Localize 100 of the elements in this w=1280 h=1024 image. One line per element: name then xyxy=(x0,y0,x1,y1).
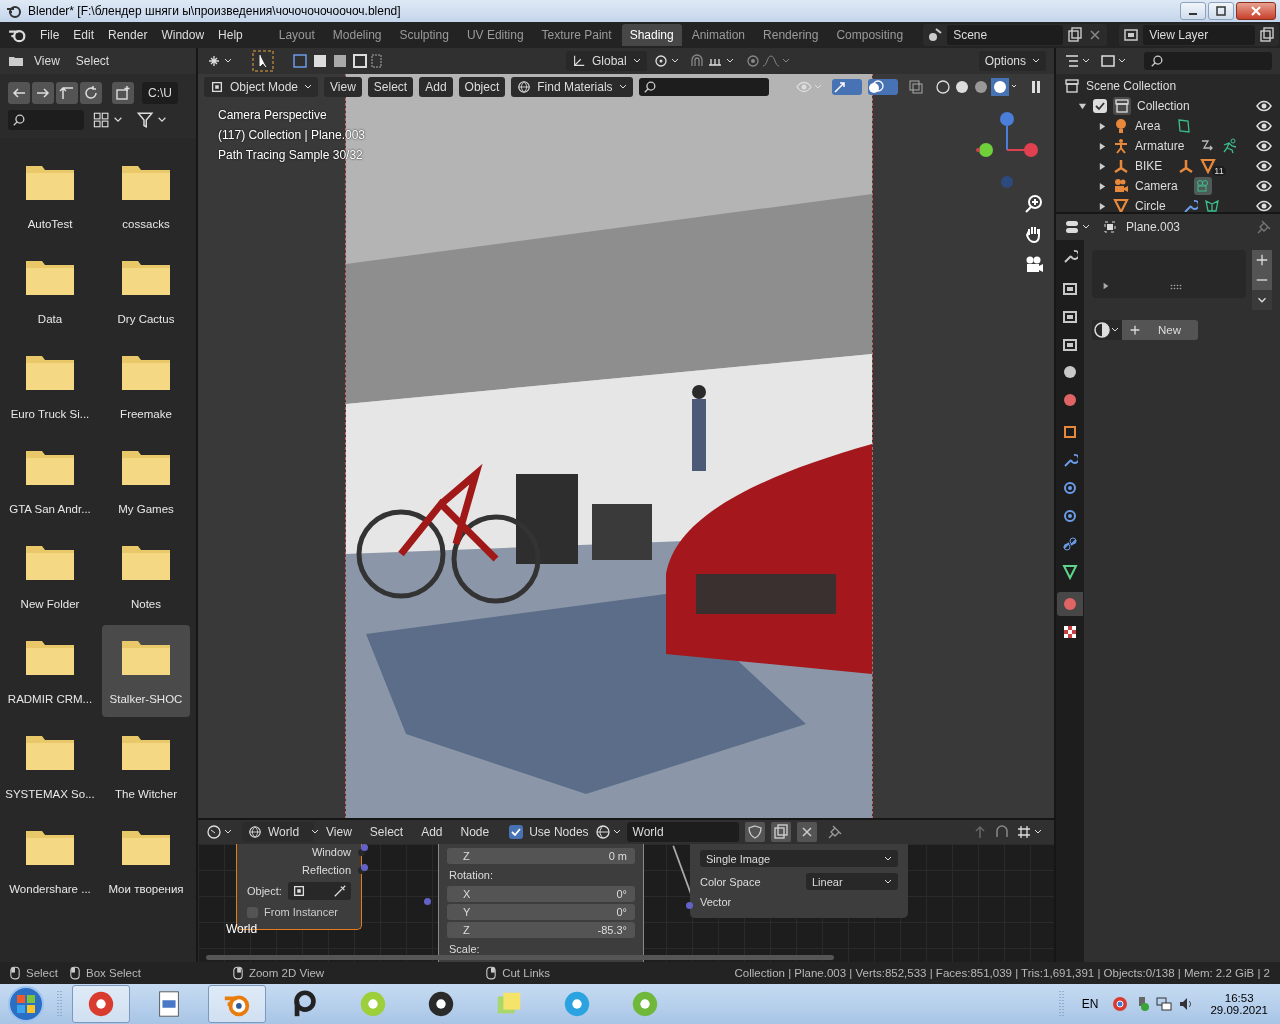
clock-date[interactable]: 29.09.2021 xyxy=(1210,1004,1268,1016)
folder-item[interactable]: New Folder xyxy=(6,530,94,622)
workspace-tab[interactable]: Texture Paint xyxy=(533,24,620,46)
view-layer-field[interactable]: View Layer xyxy=(1143,25,1256,45)
maximize-button[interactable] xyxy=(1208,2,1234,20)
folder-item[interactable]: cossacks xyxy=(102,150,190,242)
eye-icon[interactable] xyxy=(1256,178,1272,194)
zoom-icon[interactable] xyxy=(1024,194,1044,214)
color-space-dropdown[interactable]: Linear xyxy=(806,873,898,890)
path-field[interactable]: C:\U xyxy=(142,82,178,104)
grip-icon[interactable] xyxy=(1170,284,1182,290)
folder-item[interactable]: Notes xyxy=(102,530,190,622)
outliner-item[interactable]: Scene Collection xyxy=(1086,79,1177,93)
menu-item[interactable]: Node xyxy=(454,822,496,842)
menu-item[interactable]: View xyxy=(28,51,66,71)
world-name-field[interactable]: World xyxy=(626,822,739,842)
eye-icon[interactable] xyxy=(1256,198,1272,212)
workspace-tab[interactable]: Shading xyxy=(621,24,682,46)
pin-icon[interactable] xyxy=(826,824,843,840)
xray-icon[interactable] xyxy=(908,79,924,95)
menu-item[interactable]: Select xyxy=(363,822,410,842)
eye-icon[interactable] xyxy=(1256,138,1272,154)
folder-item[interactable]: Data xyxy=(6,245,94,337)
socket-dot[interactable] xyxy=(361,844,368,851)
field-value[interactable]: 0° xyxy=(616,906,627,918)
find-materials-dropdown[interactable]: Find Materials xyxy=(511,77,633,97)
workspace-tab[interactable]: Compositing xyxy=(828,24,912,46)
refresh-icon[interactable] xyxy=(80,82,102,104)
menu-item[interactable]: Select xyxy=(69,51,116,71)
use-nodes-checkbox[interactable]: Use Nodes xyxy=(509,825,589,839)
outliner-item[interactable]: BIKE xyxy=(1135,159,1163,173)
minimize-button[interactable] xyxy=(1180,2,1206,20)
menu-item[interactable]: Help xyxy=(212,25,249,45)
projection-dropdown[interactable]: Single Image xyxy=(700,850,898,867)
pin-icon[interactable] xyxy=(1256,219,1272,235)
expand-arrow-icon[interactable] xyxy=(1098,201,1107,211)
slot-menu-button[interactable] xyxy=(1252,290,1272,310)
menu-item[interactable]: File xyxy=(34,25,66,45)
menu-item[interactable]: View xyxy=(320,822,358,842)
expand-arrow-icon[interactable] xyxy=(1098,121,1107,131)
folder-item[interactable]: Wondershare ... xyxy=(6,815,94,907)
search-field[interactable] xyxy=(8,110,84,130)
menu-item[interactable]: Add xyxy=(415,822,449,842)
overlay-toggle-icon[interactable] xyxy=(868,79,898,95)
copy-icon[interactable] xyxy=(1259,27,1276,43)
shield-icon[interactable] xyxy=(744,822,765,842)
expand-arrow-icon[interactable] xyxy=(1098,181,1107,191)
outliner-item[interactable]: Area xyxy=(1135,119,1161,133)
browser-tray-icon[interactable] xyxy=(1112,996,1129,1012)
field-value[interactable]: -85.3° xyxy=(597,924,627,936)
workspace-tab[interactable]: Sculpting xyxy=(391,24,457,46)
options-dropdown[interactable]: Options xyxy=(978,51,1046,71)
socket-dot[interactable] xyxy=(424,898,431,905)
search-field[interactable] xyxy=(638,78,769,96)
menu-item[interactable]: View xyxy=(324,77,362,97)
parent-folder-icon[interactable] xyxy=(56,82,78,104)
workspace-tab[interactable]: UV Editing xyxy=(458,24,532,46)
folder-item[interactable]: My Games xyxy=(102,435,190,527)
folder-item[interactable]: Dry Cactus xyxy=(102,245,190,337)
close-icon[interactable] xyxy=(796,822,817,842)
folder-item[interactable]: Euro Truck Si... xyxy=(6,340,94,432)
start-button[interactable] xyxy=(6,984,46,1024)
folder-item[interactable]: Stalker-SHOC xyxy=(102,625,190,717)
grip-icon[interactable] xyxy=(1057,989,1064,1019)
folder-item[interactable]: Мои творения xyxy=(102,815,190,907)
menu-item[interactable]: Window xyxy=(155,25,211,45)
close-button[interactable] xyxy=(1236,2,1276,20)
object-field[interactable] xyxy=(287,882,351,900)
gizmo-toggle-icon[interactable] xyxy=(832,79,862,95)
expand-arrow-icon[interactable] xyxy=(1098,141,1107,151)
menu-item[interactable]: Add xyxy=(419,77,453,97)
outliner-item[interactable]: Collection xyxy=(1137,99,1190,113)
expand-arrow-icon[interactable] xyxy=(1098,161,1107,171)
clock-time[interactable]: 16:53 xyxy=(1224,992,1254,1004)
include-checkbox[interactable] xyxy=(1093,99,1107,113)
search-field[interactable] xyxy=(1144,52,1272,70)
grip-icon[interactable] xyxy=(56,989,62,1019)
layers-icon[interactable] xyxy=(1123,27,1140,43)
eye-icon[interactable] xyxy=(1256,98,1272,114)
selection-mode-icon[interactable] xyxy=(292,53,382,69)
material-browse-icon[interactable] xyxy=(1092,320,1122,340)
new-material-button[interactable]: New xyxy=(1122,320,1198,340)
snap-icon[interactable] xyxy=(994,824,1010,840)
copy-icon[interactable] xyxy=(1067,27,1084,43)
language-indicator[interactable]: EN xyxy=(1081,997,1099,1011)
menu-item[interactable]: Select xyxy=(367,77,414,97)
expand-arrow-icon[interactable] xyxy=(1078,101,1087,111)
menu-item[interactable]: Render xyxy=(102,25,154,45)
expand-arrow-icon[interactable] xyxy=(1102,282,1110,290)
select-tool-icon[interactable] xyxy=(252,50,274,72)
outliner-item[interactable]: Circle xyxy=(1135,199,1166,212)
workspace-tab[interactable]: Modeling xyxy=(324,24,390,46)
shading-modes-icon[interactable] xyxy=(934,78,1018,96)
workspace-tab[interactable]: Animation xyxy=(683,24,754,46)
socket-dot[interactable] xyxy=(361,864,368,871)
folder-item[interactable]: GTA San Andr... xyxy=(6,435,94,527)
folder-item[interactable]: The Witcher xyxy=(102,720,190,812)
outliner-item[interactable]: Armature xyxy=(1135,139,1185,153)
camera-icon[interactable] xyxy=(1024,254,1044,274)
folder-item[interactable]: SYSTEMAX So... xyxy=(6,720,94,812)
